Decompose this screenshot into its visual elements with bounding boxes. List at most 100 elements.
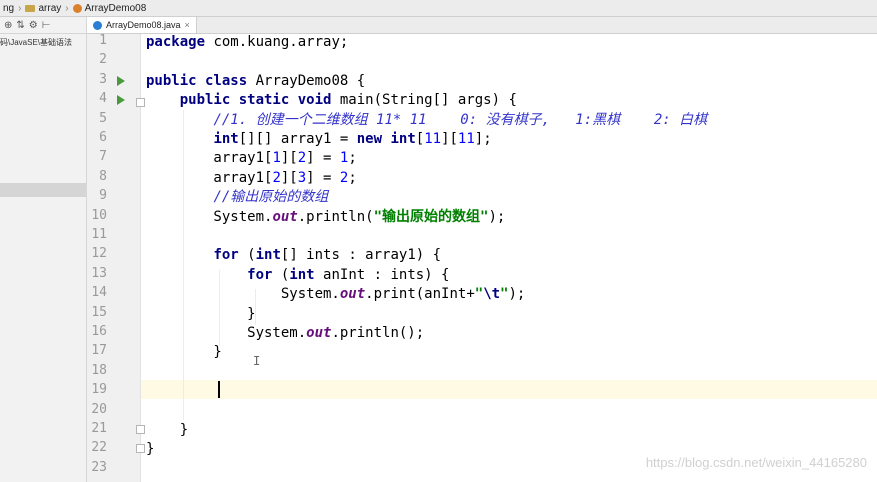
editor-tabs: ArrayDemo08.java ×	[87, 17, 877, 34]
code-token: ] =	[306, 169, 340, 186]
line-number: 16	[91, 324, 107, 339]
code-token: for	[213, 247, 239, 264]
line-number: 6	[99, 130, 107, 145]
line-number: 21	[91, 421, 107, 436]
code-token: 3	[297, 169, 307, 186]
code-token: [] ints : array1) {	[280, 247, 442, 264]
line-number: 2	[99, 52, 107, 68]
code-line: //1. 创建一个二维数组 11* 11 0: 没有棋子, 1:黑棋 2: 白棋	[146, 111, 707, 130]
code-token: //1. 创建一个二维数组 11* 11 0: 没有棋子, 1:黑棋 2: 白棋	[213, 111, 708, 128]
line-number: 20	[91, 401, 107, 417]
code-token: [][] array1 =	[238, 131, 357, 147]
breadcrumb: ng › array › ArrayDemo08	[0, 0, 877, 17]
code-line: System.out.println();	[146, 324, 424, 343]
code-token: out	[272, 208, 298, 225]
code-line: }	[146, 440, 154, 459]
code-token: 2	[272, 169, 281, 186]
code-token: "	[474, 286, 484, 303]
code-token: System.	[146, 208, 273, 225]
code-token: anInt : ints) {	[314, 266, 450, 283]
line-number: 17	[91, 343, 107, 359]
gear-icon[interactable]: ⚙	[29, 20, 38, 31]
line-number: 14	[91, 285, 107, 301]
run-main-icon[interactable]	[117, 95, 125, 105]
code-token: ][	[441, 131, 458, 147]
code-line: System.out.print(anInt+"\t");	[146, 285, 525, 304]
mouse-ibeam-icon: I	[253, 354, 261, 368]
breadcrumb-item-project[interactable]: ng	[0, 3, 17, 14]
code-token: }	[146, 344, 222, 361]
code-token: .println();	[331, 325, 425, 341]
line-number: 18	[91, 362, 107, 378]
editor-gutter: 1 2 3 4 5 6 7 8 9 10 11 12 13 14 15 16 17 18 19 20 21 22 23	[87, 33, 145, 482]
code-line: }	[146, 305, 256, 324]
line-number: 22	[91, 440, 107, 456]
code-line: public static void main(String[] args) {	[146, 91, 517, 110]
code-token: main(String[] args) {	[331, 92, 517, 109]
sort-icon[interactable]: ⇅	[16, 20, 24, 31]
run-class-icon[interactable]	[117, 76, 125, 86]
code-line: public class ArrayDemo08 {	[146, 72, 365, 91]
code-token: int	[289, 266, 315, 283]
class-icon	[72, 3, 82, 13]
code-token: "输出原始的数组"	[373, 208, 489, 225]
code-token: out	[339, 286, 366, 303]
code-token: }	[146, 441, 155, 458]
code-token: 2	[297, 150, 307, 167]
code-token: (	[272, 266, 290, 283]
code-line: package com.kuang.array;	[146, 33, 348, 52]
code-line: //输出原始的数组	[146, 188, 328, 207]
project-panel: ⊕ ⇅ ⚙ ⊢ 码\JavaSE\基础语法	[0, 17, 87, 482]
code-token: ][	[280, 150, 298, 167]
watermark: https://blog.csdn.net/weixin_44165280	[645, 455, 867, 470]
code-token: com.kuang.array;	[205, 34, 349, 50]
breadcrumb-item-array[interactable]: array	[22, 3, 64, 14]
folder-icon	[25, 4, 36, 12]
code-token: (	[238, 247, 256, 264]
line-number: 15	[91, 304, 107, 320]
code-line: }	[146, 343, 222, 362]
tab-arraydemo08[interactable]: ArrayDemo08.java ×	[87, 17, 197, 33]
line-number: 4	[99, 91, 107, 107]
current-line-highlight	[141, 380, 877, 399]
code-token: ArrayDemo08 {	[247, 72, 366, 89]
code-token: System.	[146, 286, 340, 303]
line-number: 10	[91, 207, 107, 223]
line-number: 3	[99, 71, 107, 87]
code-token: int	[213, 131, 239, 147]
line-number: 23	[91, 459, 107, 475]
code-token: array1[	[146, 169, 273, 186]
breadcrumb-item-class[interactable]: ArrayDemo08	[70, 3, 150, 14]
code-token: int	[255, 247, 281, 264]
selected-tree-item[interactable]	[0, 183, 86, 197]
code-line: for (int[] ints : array1) {	[146, 246, 441, 265]
code-token: ;	[348, 150, 357, 167]
project-path-label[interactable]: 码\JavaSE\基础语法	[0, 37, 72, 48]
code-line: array1[2][3] = 2;	[146, 169, 357, 188]
code-token: 1	[272, 150, 281, 167]
line-number: 11	[91, 227, 107, 242]
hide-icon[interactable]: ⊢	[42, 20, 51, 31]
code-token: \t	[483, 286, 501, 303]
close-icon[interactable]: ×	[185, 20, 190, 30]
code-token: for	[247, 266, 273, 283]
line-number: 7	[99, 149, 107, 165]
project-toolbar: ⊕ ⇅ ⚙ ⊢	[0, 17, 86, 34]
code-token: .println(	[297, 208, 374, 225]
code-line: }	[146, 421, 188, 440]
code-token: public class	[146, 72, 248, 89]
code-token: ;	[348, 169, 357, 186]
java-class-icon	[93, 20, 102, 30]
code-token: ];	[474, 131, 492, 147]
code-token: }	[146, 305, 256, 322]
code-token: public static void	[179, 92, 332, 109]
code-token: .print(anInt+	[365, 286, 475, 303]
code-token: package	[146, 34, 206, 50]
code-token: System.	[146, 325, 307, 341]
globe-icon[interactable]: ⊕	[4, 20, 12, 31]
line-number: 19	[91, 382, 107, 398]
